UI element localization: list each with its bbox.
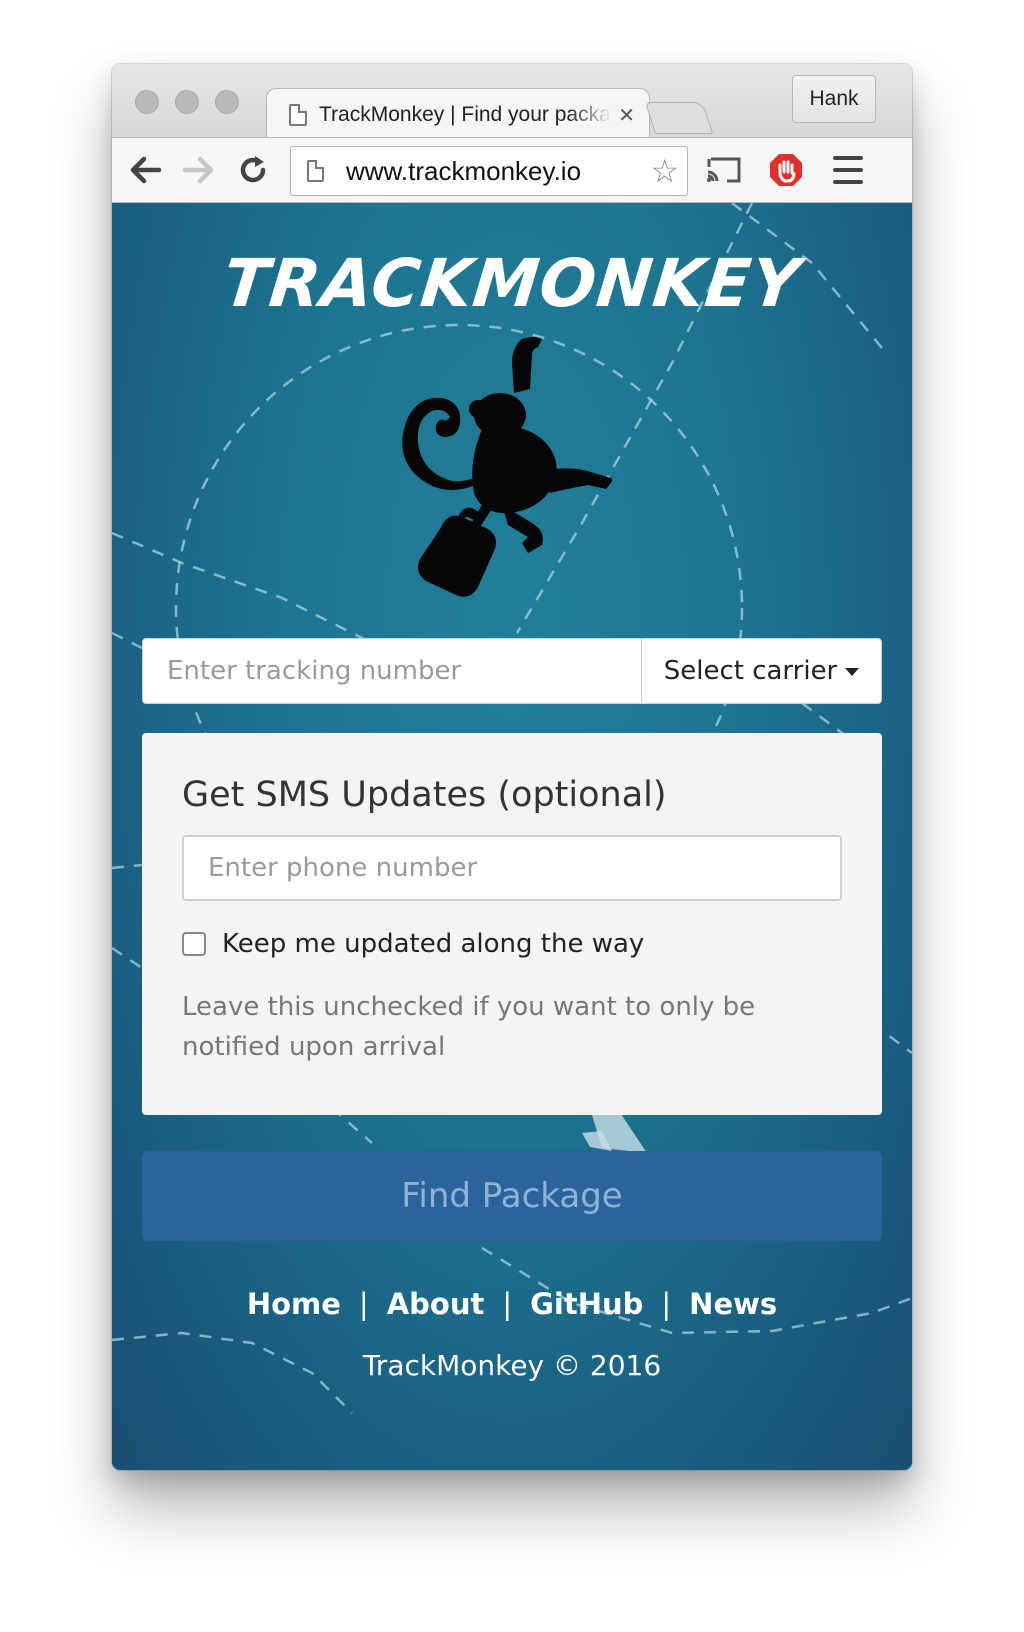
footer-separator: |: [661, 1287, 672, 1321]
address-bar[interactable]: www.trackmonkey.io ☆: [290, 146, 688, 196]
keep-updated-label[interactable]: Keep me updated along the way: [222, 929, 644, 959]
new-tab-button[interactable]: [644, 102, 714, 134]
tab-strip: TrackMonkey | Find your package ✕ Hank: [112, 64, 912, 140]
stop-hand-icon[interactable]: [766, 152, 806, 188]
cast-icon[interactable]: [704, 152, 744, 188]
find-package-button[interactable]: Find Package: [142, 1151, 882, 1241]
select-carrier-dropdown[interactable]: Select carrier: [641, 639, 881, 703]
page-icon: [289, 103, 307, 126]
hamburger-menu-icon[interactable]: [830, 152, 866, 188]
brand-logo-text: TRACKMONKEY: [219, 245, 805, 322]
dropdown-caret-icon: [845, 668, 860, 676]
select-carrier-label: Select carrier: [663, 656, 838, 686]
tab-title: TrackMonkey | Find your package: [319, 102, 613, 126]
footer-link-about[interactable]: About: [387, 1287, 485, 1321]
footer-link-home[interactable]: Home: [247, 1287, 341, 1321]
footer-link-github[interactable]: GitHub: [530, 1287, 643, 1321]
browser-tab[interactable]: TrackMonkey | Find your package ✕: [266, 88, 650, 140]
keep-updated-row: Keep me updated along the way: [182, 929, 644, 959]
keep-updated-checkbox[interactable]: [182, 932, 206, 956]
monkey-logo-icon: [402, 337, 612, 597]
url-text[interactable]: www.trackmonkey.io: [346, 156, 650, 187]
phone-number-input[interactable]: [182, 835, 842, 901]
page-content: TRACKMONKEY Enter tracking number Select…: [112, 203, 912, 1470]
footer-separator: |: [502, 1287, 513, 1321]
sms-updates-panel: Get SMS Updates (optional) Keep me updat…: [142, 733, 882, 1115]
forward-arrow-icon[interactable]: [180, 152, 218, 188]
footer-nav: Home | About | GitHub | News: [112, 1287, 912, 1321]
sms-help-text: Leave this unchecked if you want to only…: [182, 992, 756, 1062]
star-icon[interactable]: ☆: [650, 152, 679, 190]
copyright-text: TrackMonkey © 2016: [362, 1349, 662, 1382]
browser-toolbar: www.trackmonkey.io ☆: [112, 137, 912, 203]
close-tab-icon[interactable]: ✕: [618, 103, 635, 127]
profile-button[interactable]: Hank: [792, 75, 876, 123]
minimize-window-button[interactable]: [175, 90, 199, 114]
footer-separator: |: [358, 1287, 369, 1321]
sms-panel-title: Get SMS Updates (optional): [182, 775, 667, 815]
footer-link-news[interactable]: News: [689, 1287, 777, 1321]
tracking-number-input[interactable]: [143, 639, 641, 703]
reload-icon[interactable]: [234, 152, 272, 188]
browser-window: TrackMonkey | Find your package ✕ Hank w…: [112, 64, 912, 1470]
page-icon: [307, 160, 324, 182]
back-arrow-icon[interactable]: [126, 152, 164, 188]
zoom-window-button[interactable]: [215, 90, 239, 114]
close-window-button[interactable]: [135, 90, 159, 114]
tracking-input-group: Select carrier: [142, 638, 882, 704]
